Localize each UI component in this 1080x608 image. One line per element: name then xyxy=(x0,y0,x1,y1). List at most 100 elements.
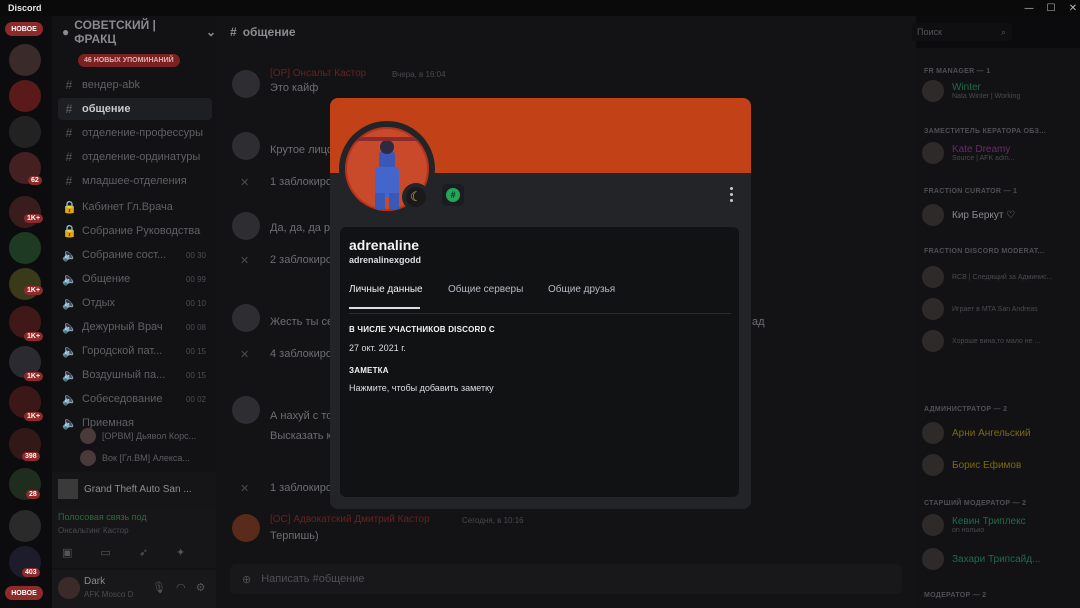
soundboard-icon[interactable]: ✦ xyxy=(176,546,185,559)
member-category: МОДЕРАТОР — 2 xyxy=(924,592,987,599)
member-item[interactable]: RCB | Следящий за Админис... xyxy=(922,266,1052,288)
channel-item[interactable]: # отделение-профессуры xyxy=(58,122,212,144)
close-button[interactable]: ✕ xyxy=(1062,0,1080,16)
channel-item[interactable]: 🔈 Воздушный па... 00 15 xyxy=(58,364,212,386)
channel-item[interactable]: 🔈 Дежурный Врач 00 08 xyxy=(58,316,212,338)
blocked-messages[interactable]: 4 заблокиро xyxy=(270,348,332,360)
channel-label: Городской пат... xyxy=(82,345,163,357)
server-icon[interactable] xyxy=(9,116,41,148)
channel-item[interactable]: # отделение-ординатуры xyxy=(58,146,212,168)
channel-item[interactable]: # младшее-отделения xyxy=(58,170,212,192)
camera-icon[interactable]: ▣ xyxy=(62,546,72,559)
display-name: adrenaline xyxy=(349,237,420,253)
voice-user[interactable]: [ОРВМ] Дьявол Корс... xyxy=(80,426,196,446)
new-top-pill[interactable]: НОВОЕ xyxy=(5,22,43,36)
more-options-icon[interactable] xyxy=(723,184,739,204)
server-badge: 28 xyxy=(26,490,40,499)
close-icon[interactable]: ✕ xyxy=(240,482,249,495)
new-bottom-pill[interactable]: НОВОЕ xyxy=(5,586,43,600)
new-mentions-bar[interactable]: 46 НОВЫХ УПОМИНАНИЙ xyxy=(78,54,180,67)
activity-rocket-icon[interactable]: ➶ xyxy=(139,546,148,559)
voice-count: 00 15 xyxy=(185,370,206,380)
channel-item[interactable]: # общение xyxy=(58,98,212,120)
blocked-messages[interactable]: 1 заблокиро xyxy=(270,482,332,494)
message-author[interactable]: [ОР] Онсальт Кастор xyxy=(270,68,366,79)
server-icon[interactable] xyxy=(9,268,41,300)
member-item[interactable]: Хороше вина,то мало не ... xyxy=(922,330,1040,352)
member-item[interactable]: Winter Nata Winter | Working xyxy=(922,80,1020,102)
user-panel: Dark AFK Mosco D 🎙 ◠ ⚙ xyxy=(52,570,216,608)
server-badge: 1K+ xyxy=(24,286,44,295)
tab-user-info[interactable]: Личные данные xyxy=(349,284,423,295)
server-icon[interactable] xyxy=(9,44,41,76)
avatar[interactable] xyxy=(232,132,260,160)
channel-item[interactable]: 🔈 Общение 00 99 xyxy=(58,268,212,290)
screenshare-icon[interactable]: ▭ xyxy=(100,546,110,559)
hype-badge[interactable]: # xyxy=(442,184,464,206)
gear-icon[interactable]: ⚙ xyxy=(196,581,206,594)
channel-item[interactable]: 🔈 Отдых 00 10 xyxy=(58,292,212,314)
close-icon[interactable]: ✕ xyxy=(240,254,249,267)
plus-icon[interactable]: ⊕ xyxy=(242,573,251,586)
server-header[interactable]: ● СОВЕТСКИЙ | ФРАКЦ ⌄ xyxy=(52,16,216,48)
voice-user[interactable]: Вок [Гл.ВМ] Алекса... xyxy=(80,448,190,468)
server-icon[interactable] xyxy=(9,232,41,264)
activity-game: Grand Theft Auto San ... xyxy=(84,483,192,495)
active-tab-indicator xyxy=(349,307,420,309)
channel-item[interactable]: 🔈 Собеседование 00 02 xyxy=(58,388,212,410)
member-since-date: 27 окт. 2021 г. xyxy=(349,343,406,353)
member-since-heading: В ЧИСЛЕ УЧАСТНИКОВ DISCORD С xyxy=(349,325,495,334)
channel-item[interactable]: 🔈 Собрание сост... 00 30 xyxy=(58,244,212,266)
server-icon[interactable] xyxy=(9,510,41,542)
channel-item[interactable]: 🔒 Кабинет Гл.Врача xyxy=(58,196,212,218)
voice-status: Полосовая связь под xyxy=(58,512,147,522)
avatar[interactable] xyxy=(232,304,260,332)
message-author[interactable]: [ОС] Адвокатский Дмитрий Кастор xyxy=(270,514,430,525)
avatar[interactable] xyxy=(232,212,260,240)
avatar xyxy=(922,142,944,164)
search-input[interactable]: Поиск ⌕ xyxy=(912,23,1012,41)
member-item[interactable]: Арни Ангельский xyxy=(922,422,1031,444)
tab-mutual-servers[interactable]: Общие серверы xyxy=(448,284,523,295)
avatar[interactable] xyxy=(232,70,260,98)
headphones-icon[interactable]: ◠ xyxy=(176,581,186,594)
speaker-icon: 🔈 xyxy=(62,344,77,358)
message-text: Это кайф xyxy=(270,82,319,94)
tab-mutual-friends[interactable]: Общие друзья xyxy=(548,284,615,295)
blocked-messages[interactable]: 1 заблокиро xyxy=(270,176,332,188)
member-item[interactable]: Играет в MTA San Andreas xyxy=(922,298,1038,320)
server-icon[interactable] xyxy=(9,80,41,112)
hash-icon: # xyxy=(65,102,73,116)
close-icon[interactable]: ✕ xyxy=(240,176,249,189)
member-item[interactable]: Кевин Триплекс on нолько xyxy=(922,514,1026,536)
avatar xyxy=(922,266,944,288)
channel-item[interactable]: # вендер-abk xyxy=(58,74,212,96)
voice-channel[interactable]: Онсальтинг Кастор xyxy=(58,526,129,535)
channel-title: общение xyxy=(242,25,296,39)
channel-item[interactable]: 🔈 Городской пат... 00 15 xyxy=(58,340,212,362)
avatar[interactable] xyxy=(58,577,80,599)
message-text: Высказать к xyxy=(270,430,332,442)
message-time: Сегодня, в 10:16 xyxy=(462,516,524,525)
minimize-button[interactable]: — xyxy=(1018,0,1040,16)
member-item[interactable]: Кир Беркут ♡ xyxy=(922,204,1015,226)
close-icon[interactable]: ✕ xyxy=(240,348,249,361)
channel-item[interactable]: 🔒 Собрание Руководства xyxy=(58,220,212,242)
member-item[interactable]: Захари Трипсайд... xyxy=(922,548,1040,570)
speaker-icon: 🔈 xyxy=(62,368,77,382)
member-item[interactable]: Kate Dreamy Source | AFK adm... xyxy=(922,142,1015,164)
avatar[interactable] xyxy=(232,514,260,542)
activity-panel[interactable]: Grand Theft Auto San ... xyxy=(52,472,216,506)
channel-label: младшее-отделения xyxy=(82,175,187,187)
member-item[interactable]: Борис Ефимов xyxy=(922,454,1021,476)
maximize-button[interactable]: ☐ xyxy=(1040,0,1062,16)
server-icon[interactable] xyxy=(9,196,41,228)
avatar[interactable] xyxy=(232,396,260,424)
message-text: Терпишь) xyxy=(270,530,319,542)
message-input[interactable]: ⊕ Написать #общение xyxy=(230,564,902,594)
microphone-icon[interactable]: 🎙 xyxy=(152,581,166,594)
blocked-messages[interactable]: 2 заблокиро xyxy=(270,254,332,266)
user-name: Dark xyxy=(84,576,106,587)
note-input[interactable]: Нажмите, чтобы добавить заметку xyxy=(349,383,494,393)
message-text: Да, да, да р xyxy=(270,222,331,234)
